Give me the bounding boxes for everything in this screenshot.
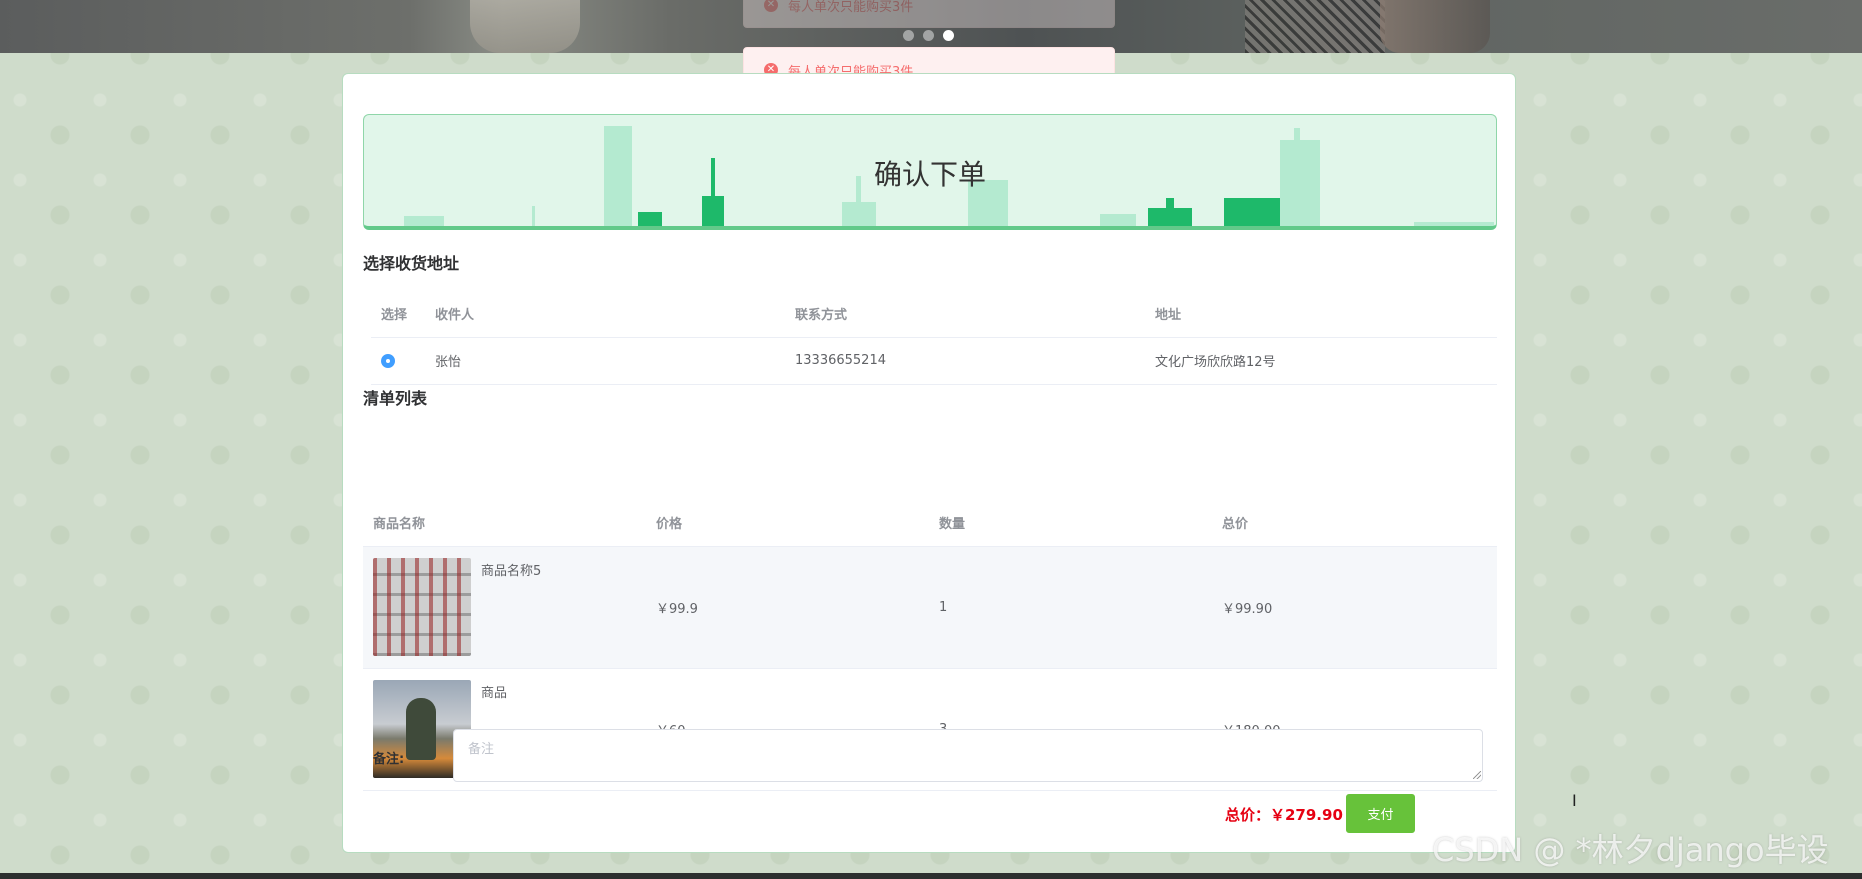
error-circle-icon: ✕ bbox=[764, 0, 778, 12]
quantity-cell: 1 bbox=[929, 546, 1212, 669]
column-header: 收件人 bbox=[425, 291, 785, 338]
product-cell: 商品名称5 bbox=[363, 546, 646, 669]
recipient-cell: 张怡 bbox=[425, 337, 785, 385]
column-header: 数量 bbox=[929, 499, 1212, 547]
carousel-dot[interactable] bbox=[903, 30, 914, 41]
table-row[interactable]: 张怡 13336655214 文化广场欣欣路12号 bbox=[371, 337, 1497, 385]
carousel-dot-active[interactable] bbox=[943, 30, 954, 41]
carousel-dot[interactable] bbox=[923, 30, 934, 41]
table-header-row: 选择 收件人 联系方式 地址 bbox=[371, 291, 1497, 338]
address-cell: 文化广场欣欣路12号 bbox=[1145, 337, 1497, 385]
price-cell: ￥99.9 bbox=[646, 546, 929, 669]
product-name: 商品名称5 bbox=[481, 564, 542, 579]
column-header: 地址 bbox=[1145, 291, 1497, 338]
resize-handle-icon[interactable] bbox=[1473, 771, 1481, 779]
pay-button[interactable]: 支付 bbox=[1346, 794, 1415, 833]
skyline-building bbox=[1414, 222, 1494, 226]
carousel-indicators bbox=[903, 30, 954, 41]
skyline-building bbox=[1166, 198, 1174, 226]
column-header: 选择 bbox=[371, 291, 425, 338]
table-row: 商品名称5 ￥99.9 1 ￥99.90 bbox=[363, 546, 1497, 669]
banner-image-figure bbox=[1380, 0, 1490, 53]
toast-message: 每人单次只能购买3件 bbox=[788, 0, 914, 15]
note-label: 备注: bbox=[373, 752, 405, 767]
column-header: 商品名称 bbox=[363, 499, 646, 547]
skyline-building bbox=[532, 206, 535, 226]
banner-image-figure bbox=[1245, 0, 1385, 53]
order-confirm-card: 确认下单 选择收货地址 选择 收件人 联系方式 地址 张怡 1333665521… bbox=[342, 73, 1577, 853]
page-title: 确认下单 bbox=[873, 158, 986, 191]
address-table: 选择 收件人 联系方式 地址 张怡 13336655214 文化广场欣欣路12号 bbox=[371, 291, 1497, 385]
column-header: 联系方式 bbox=[785, 291, 1145, 338]
product-thumbnail bbox=[373, 558, 471, 656]
order-total: 总价：￥279.90 bbox=[1225, 806, 1343, 824]
csdn-watermark: CSDN @ *林夕django毕设 bbox=[1432, 831, 1829, 869]
items-section-title: 清单列表 bbox=[363, 389, 428, 408]
skyline-building bbox=[638, 212, 662, 226]
error-toast-fading: ✕ 每人单次只能购买3件 bbox=[743, 0, 1115, 28]
skyline-building bbox=[404, 216, 444, 226]
phone-cell: 13336655214 bbox=[785, 337, 1145, 385]
skyline-building bbox=[1100, 214, 1136, 226]
hero-header: 确认下单 bbox=[363, 114, 1497, 230]
product-name: 商品 bbox=[481, 686, 508, 701]
bottom-bar bbox=[0, 873, 1862, 879]
column-header: 价格 bbox=[646, 499, 929, 547]
banner-image-figure bbox=[470, 0, 580, 53]
address-section-title: 选择收货地址 bbox=[363, 254, 460, 273]
line-total-cell: ￥99.90 bbox=[1212, 546, 1497, 669]
address-select-cell bbox=[371, 337, 425, 385]
table-header-row: 商品名称 价格 数量 总价 bbox=[363, 499, 1497, 547]
address-radio-selected[interactable] bbox=[381, 353, 395, 368]
text-cursor-icon: I bbox=[1572, 791, 1577, 810]
column-header: 总价 bbox=[1212, 499, 1497, 547]
note-textarea[interactable] bbox=[453, 729, 1483, 782]
